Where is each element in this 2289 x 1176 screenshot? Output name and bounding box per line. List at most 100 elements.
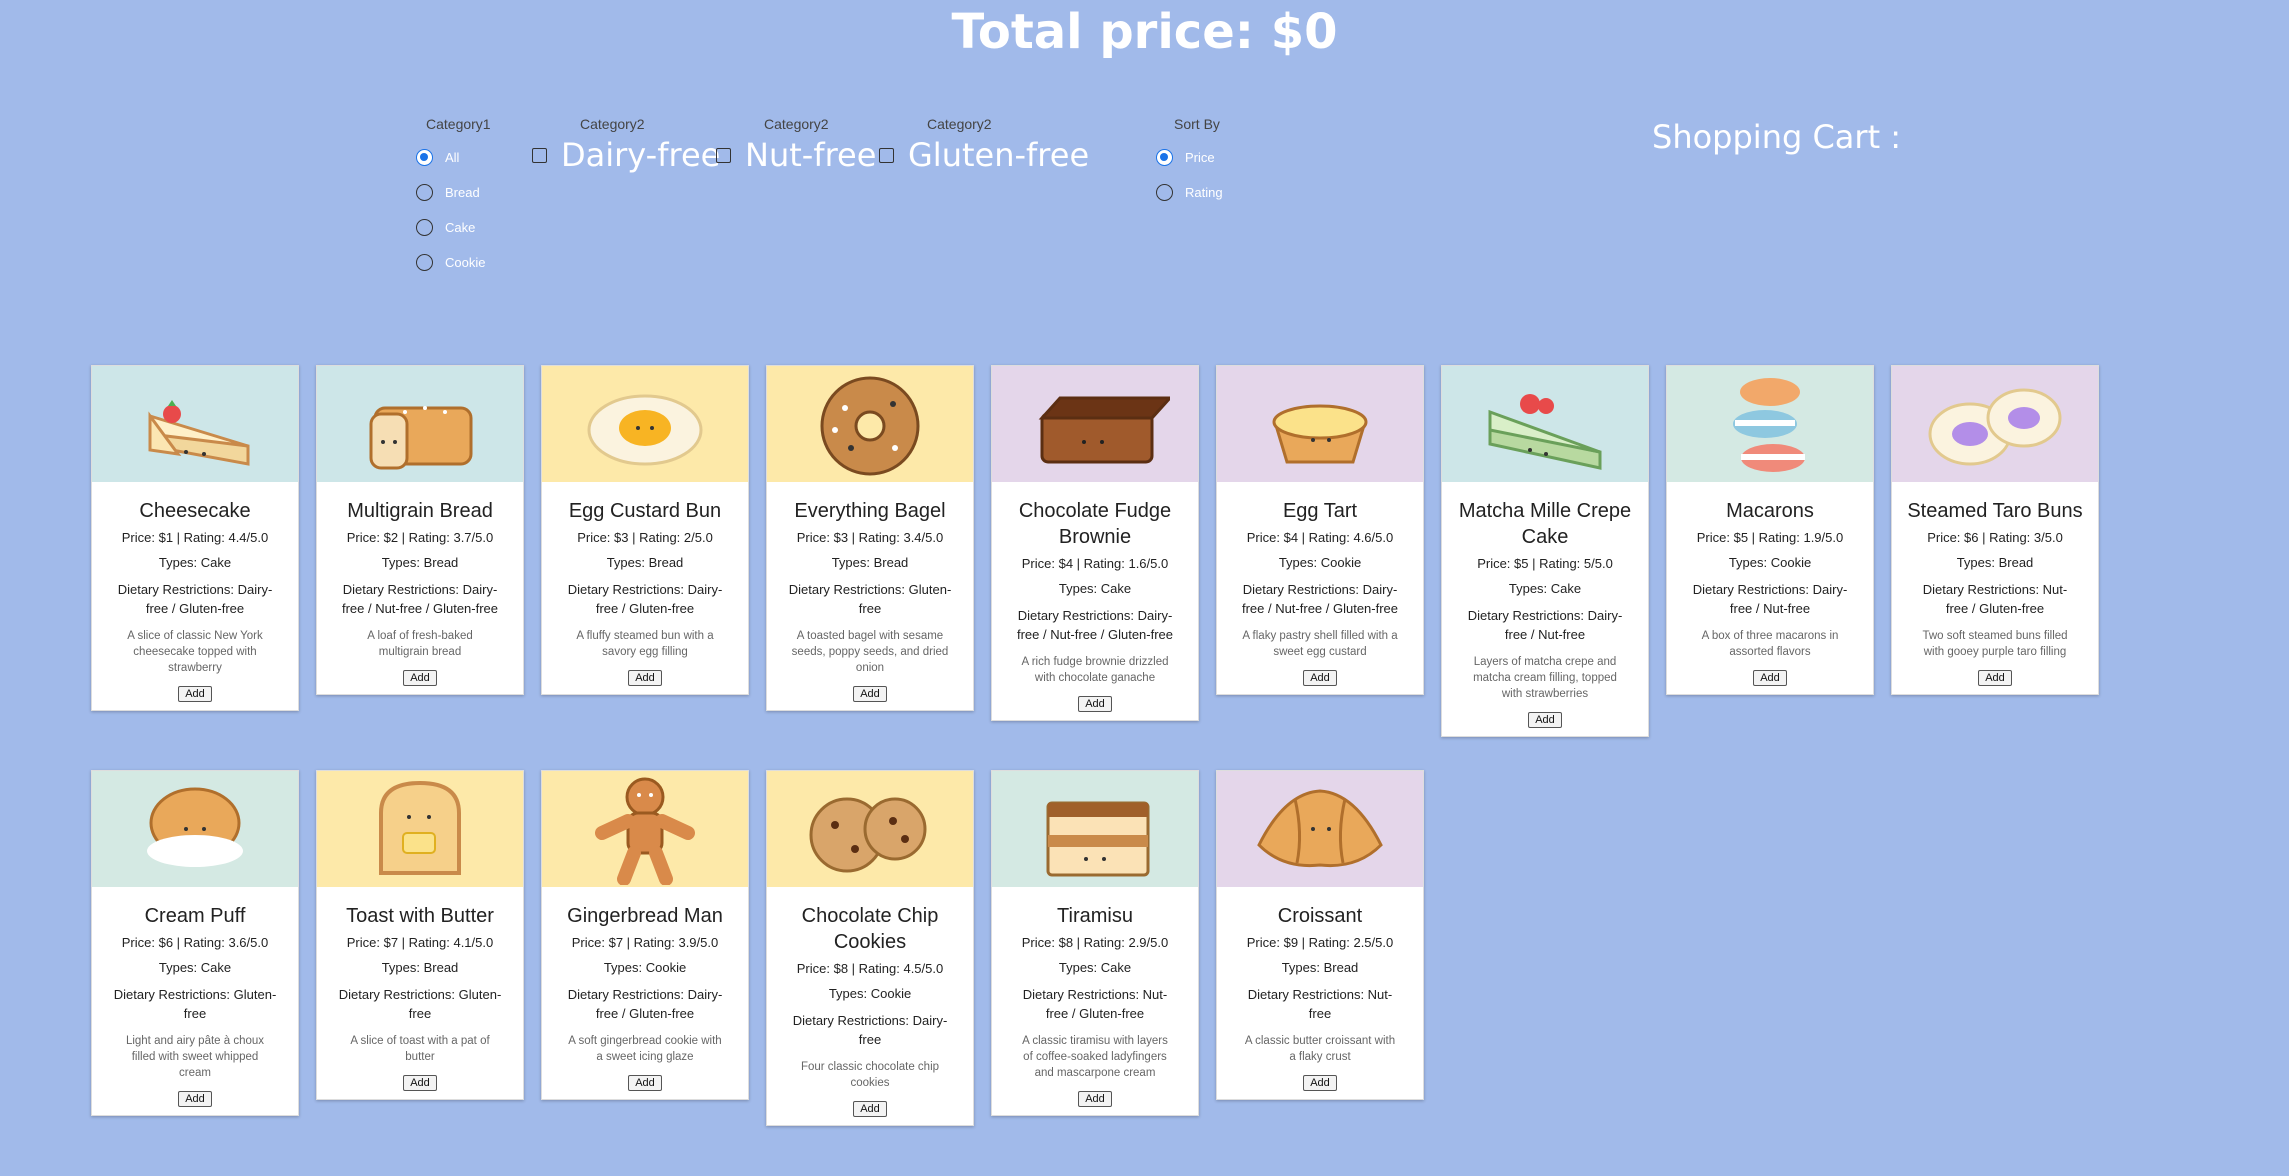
product-types: Types: Cookie (603, 960, 687, 975)
product-desc: A classic tiramisu with layers of coffee… (1022, 1035, 1168, 1079)
gluten-free-checkbox[interactable] (879, 147, 894, 163)
product-card: Gingerbread Man Price: $7 | Rating: 3.9/5… (541, 770, 749, 1100)
product-desc: A loaf of fresh-baked multigrain bread (367, 630, 473, 658)
product-image (1442, 366, 1648, 482)
product-price: Price: $9 | Rating: 2.5/5.0 (1246, 935, 1394, 950)
product-card: Egg Tart Price: $4 | Rating: 4.6/5.0 Types… (1216, 365, 1424, 695)
product-name: Steamed Taro Buns (1907, 500, 2083, 522)
product-desc: A soft gingerbread cookie with a sweet i… (568, 1035, 722, 1063)
bagel-icon (820, 376, 920, 476)
add-button[interactable]: Add (628, 1075, 662, 1091)
product-diet: Dietary Restrictions: Dairy-free / Glute… (567, 582, 723, 616)
add-button[interactable]: Add (1753, 670, 1787, 686)
product-diet: Dietary Restrictions: Dairy-free (792, 1013, 948, 1047)
add-button[interactable]: Add (853, 1101, 887, 1117)
product-types: Types: Bread (1281, 960, 1359, 975)
product-diet: Dietary Restrictions: Dairy-free / Nut-f… (1692, 582, 1848, 616)
nut-free-checkbox[interactable] (716, 147, 731, 163)
product-image (317, 366, 523, 482)
sort-option-rating[interactable]: Rating (1156, 175, 1223, 210)
product-price: Price: $1 | Rating: 4.4/5.0 (121, 530, 269, 545)
product-diet: Dietary Restrictions: Gluten-free (788, 582, 952, 616)
product-price: Price: $7 | Rating: 3.9/5.0 (571, 935, 719, 950)
tiramisu-icon (1046, 801, 1150, 877)
add-button[interactable]: Add (1078, 1091, 1112, 1107)
product-card: Cream Puff Price: $6 | Rating: 3.6/5.0 Typ… (91, 770, 299, 1116)
product-desc: A classic butter croissant with a flaky … (1244, 1035, 1396, 1063)
radio-all[interactable] (416, 149, 433, 166)
macarons-icon (1733, 378, 1805, 472)
product-diet: Dietary Restrictions: Dairy-free / Nut-f… (1467, 608, 1623, 642)
product-diet: Dietary Restrictions: Nut-free / Gluten-… (1922, 582, 2068, 616)
category2-title: Category2 (580, 116, 645, 132)
product-image (542, 366, 748, 482)
radio-cake[interactable] (416, 219, 433, 236)
product-desc: A rich fudge brownie drizzled with choco… (1021, 656, 1169, 684)
product-card: Steamed Taro Buns Price: $6 | Rating: 3/5… (1891, 365, 2099, 695)
add-button[interactable]: Add (853, 686, 887, 702)
add-button[interactable]: Add (1303, 1075, 1337, 1091)
product-diet: Dietary Restrictions: Dairy-free / Nut-f… (341, 582, 499, 616)
product-desc: A box of three macarons in assorted flav… (1701, 630, 1839, 658)
product-types: Types: Bread (1956, 555, 2034, 570)
product-types: Types: Cookie (1278, 555, 1362, 570)
product-name: Cheesecake (139, 500, 251, 522)
add-button[interactable]: Add (1978, 670, 2012, 686)
taro-buns-icon (1928, 388, 2062, 466)
product-types: Types: Cake (158, 960, 232, 975)
category1-option-cookie[interactable]: Cookie (416, 245, 491, 280)
product-price: Price: $4 | Rating: 4.6/5.0 (1246, 530, 1394, 545)
add-button[interactable]: Add (1078, 696, 1112, 712)
product-price: Price: $4 | Rating: 1.6/5.0 (1021, 556, 1169, 571)
radio-cookie-label: Cookie (445, 255, 486, 270)
radio-bread[interactable] (416, 184, 433, 201)
category1-title: Category1 (426, 116, 491, 132)
product-name: Macarons (1726, 500, 1814, 522)
product-desc: A toasted bagel with sesame seeds, poppy… (791, 630, 949, 674)
add-button[interactable]: Add (403, 1075, 437, 1091)
add-button[interactable]: Add (628, 670, 662, 686)
radio-bread-label: Bread (445, 185, 480, 200)
product-name: Egg Tart (1282, 500, 1358, 522)
bread-loaf-icon (369, 406, 473, 470)
product-types: Types: Cake (1508, 581, 1582, 596)
product-card: Everything Bagel Price: $3 | Rating: 3.4/… (766, 365, 974, 711)
category2-dairy-free-filter: Category2 Dairy-free (532, 116, 720, 174)
product-card: Multigrain Bread Price: $2 | Rating: 3.7/… (316, 365, 524, 695)
product-card: Macarons Price: $5 | Rating: 1.9/5.0 Types… (1666, 365, 1874, 695)
category1-option-cake[interactable]: Cake (416, 210, 491, 245)
product-name: Matcha Mille Crepe Cake (1458, 500, 1632, 548)
product-desc: Four classic chocolate chip cookies (800, 1061, 940, 1089)
category1-option-bread[interactable]: Bread (416, 175, 491, 210)
dairy-free-checkbox[interactable] (532, 147, 547, 163)
radio-cookie[interactable] (416, 254, 433, 271)
product-name: Chocolate Fudge Brownie (1018, 500, 1172, 548)
product-desc: Light and airy pâte à choux filled with … (125, 1035, 265, 1079)
category2-title: Category2 (927, 116, 992, 132)
product-image (542, 771, 748, 887)
sort-option-price[interactable]: Price (1156, 140, 1223, 175)
brownie-icon (1038, 396, 1170, 464)
shopping-cart-title: Shopping Cart : (1652, 118, 1902, 156)
toast-icon (379, 780, 461, 875)
product-price: Price: $7 | Rating: 4.1/5.0 (346, 935, 494, 950)
product-types: Types: Bread (831, 555, 909, 570)
product-diet: Dietary Restrictions: Nut-free / Gluten-… (1022, 987, 1168, 1021)
product-price: Price: $3 | Rating: 3.4/5.0 (796, 530, 944, 545)
product-desc: A flaky pastry shell filled with a sweet… (1242, 630, 1398, 658)
add-button[interactable]: Add (178, 1091, 212, 1107)
category1-option-all[interactable]: All (416, 140, 491, 175)
product-price: Price: $5 | Rating: 5/5.0 (1477, 556, 1613, 571)
product-types: Types: Bread (381, 960, 459, 975)
category1-filter: Category1 All Bread Cake Cookie (416, 116, 491, 280)
radio-rating[interactable] (1156, 184, 1173, 201)
radio-rating-label: Rating (1185, 185, 1223, 200)
product-price: Price: $6 | Rating: 3/5.0 (1927, 530, 2063, 545)
product-diet: Dietary Restrictions: Gluten-free (113, 987, 277, 1021)
add-button[interactable]: Add (403, 670, 437, 686)
add-button[interactable]: Add (1528, 712, 1562, 728)
add-button[interactable]: Add (178, 686, 212, 702)
radio-price[interactable] (1156, 149, 1173, 166)
product-types: Types: Cake (1058, 960, 1132, 975)
add-button[interactable]: Add (1303, 670, 1337, 686)
